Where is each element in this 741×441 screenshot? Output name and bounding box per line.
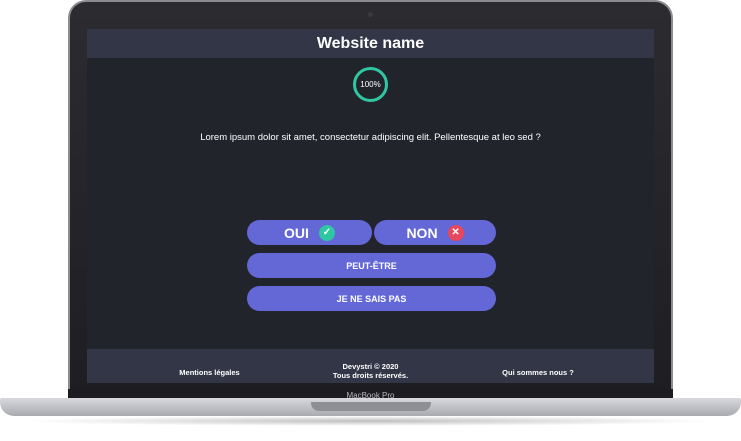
site-footer: Mentions légales Devystri © 2020 Tous dr… [87,349,654,383]
question-text: Lorem ipsum dolor sit amet, consectetur … [200,132,541,143]
about-link[interactable]: Qui sommes nous ? [484,368,592,377]
no-button-label: NON [406,224,438,241]
dont-know-button-label: JE NE SAIS PAS [336,293,407,304]
copyright-line1: Devystri © 2020 [342,362,399,371]
yes-button-label: OUI [284,224,309,241]
progress-ring: 100% [353,67,388,102]
site-title: Website name [316,34,425,52]
dont-know-button[interactable]: JE NE SAIS PAS [247,286,496,311]
laptop-notch [311,402,431,411]
no-button[interactable]: NON ✕ [374,220,496,245]
maybe-button[interactable]: PEUT-ÊTRE [247,253,496,278]
yes-button[interactable]: OUI ✓ [247,220,372,245]
check-icon: ✓ [318,224,335,241]
cross-icon: ✕ [447,224,464,241]
progress-label: 100% [360,80,381,89]
camera-icon [368,12,373,17]
site-header: Website name [87,29,654,58]
laptop-shadow [20,416,720,426]
legal-link[interactable]: Mentions légales [157,368,262,377]
copyright-line2: Tous droits réservés. [332,371,409,380]
maybe-button-label: PEUT-ÊTRE [346,260,397,271]
copyright: Devystri © 2020 Tous droits réservés. [305,362,436,380]
screen: Website name 100% Lorem ipsum dolor sit … [87,29,654,383]
